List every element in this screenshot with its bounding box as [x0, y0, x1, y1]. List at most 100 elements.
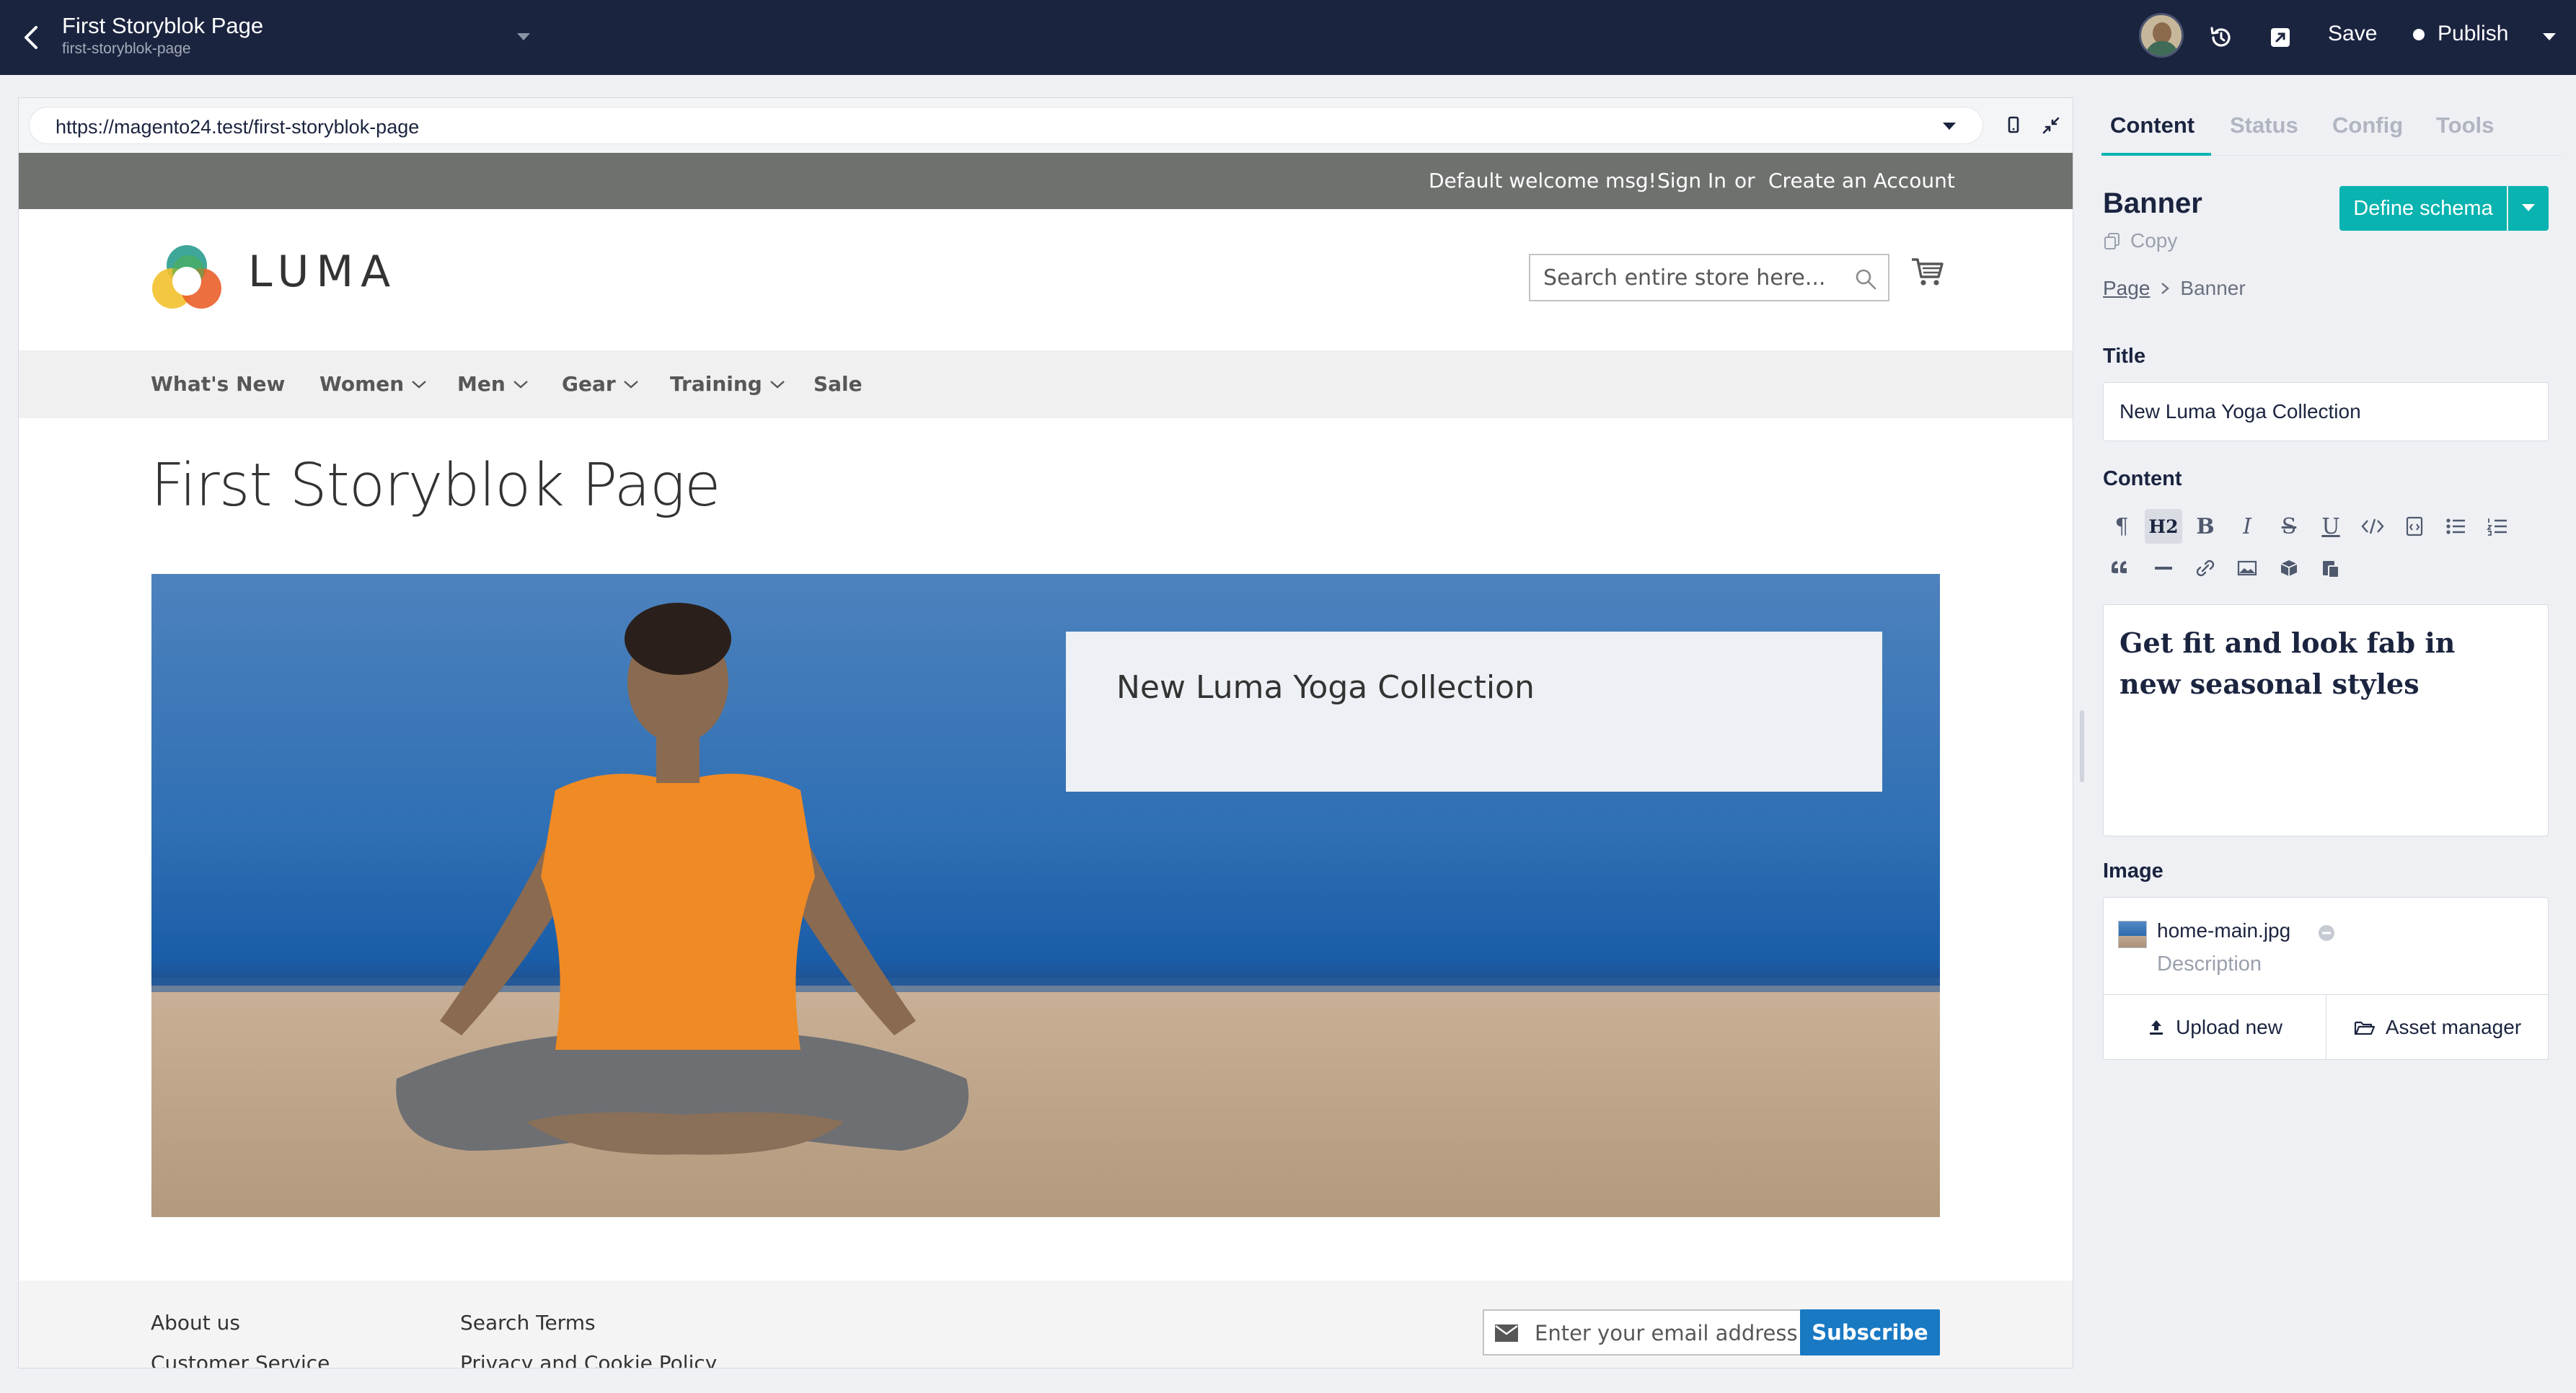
remove-icon[interactable] — [2317, 924, 2336, 942]
chevron-down-icon[interactable] — [2541, 32, 2557, 42]
content-field-label: Content — [2103, 467, 2182, 490]
horizontal-rule-icon[interactable] — [2145, 551, 2182, 585]
code-block-icon[interactable] — [2396, 509, 2433, 544]
nav-training[interactable]: Training — [670, 372, 785, 396]
save-button[interactable]: Save — [2328, 22, 2377, 46]
image-icon[interactable] — [2228, 551, 2266, 585]
site-panel-header: Default welcome msg! Sign In or Create a… — [19, 153, 2073, 209]
store-search-input[interactable]: Search entire store here... — [1529, 254, 1889, 301]
strikethrough-button[interactable]: S — [2270, 509, 2308, 544]
asset-manager-button[interactable]: Asset manager — [2326, 995, 2549, 1060]
chevron-down-icon — [2522, 204, 2535, 211]
code-icon[interactable] — [2354, 509, 2391, 544]
asset-description-input[interactable]: Description — [2157, 952, 2262, 976]
chevron-down-icon — [623, 380, 638, 389]
upload-icon — [2150, 1020, 2163, 1035]
breadcrumb-page-link[interactable]: Page — [2103, 277, 2150, 300]
asset-actions: Upload new Asset manager — [2104, 994, 2549, 1060]
search-icon[interactable] — [1853, 267, 1878, 291]
image-field-label: Image — [2103, 859, 2163, 883]
nav-sale[interactable]: Sale — [813, 372, 863, 396]
copy-label: Copy — [2130, 229, 2178, 252]
paste-icon[interactable] — [2312, 551, 2350, 585]
footer-link-search-terms[interactable]: Search Terms — [460, 1311, 596, 1335]
breadcrumb: Page Banner — [2103, 277, 2246, 300]
blockquote-icon[interactable] — [2103, 551, 2140, 585]
richtext-toolbar: ¶ H2 B I S U — [2103, 509, 2549, 596]
block-icon[interactable] — [2270, 551, 2308, 585]
nav-men[interactable]: Men — [457, 372, 529, 396]
subscribe-button[interactable]: Subscribe — [1800, 1309, 1940, 1356]
nav-gear[interactable]: Gear — [562, 372, 639, 396]
avatar[interactable] — [2139, 13, 2184, 58]
panel-resize-handle[interactable] — [2080, 710, 2084, 782]
app-topbar: First Storyblok Page first-storyblok-pag… — [0, 0, 2576, 75]
nav-whats-new[interactable]: What's New — [151, 372, 285, 396]
collapse-icon[interactable] — [2038, 112, 2064, 138]
chevron-down-icon[interactable] — [516, 32, 531, 42]
tab-tools[interactable]: Tools — [2436, 112, 2494, 138]
component-name: Banner — [2103, 187, 2202, 219]
banner-title: New Luma Yoga Collection — [1116, 669, 1535, 706]
url-input[interactable]: https://magento24.test/first-storyblok-p… — [29, 107, 1983, 144]
paragraph-button[interactable]: ¶ — [2103, 509, 2140, 544]
sign-in-link[interactable]: Sign In — [1657, 169, 1726, 193]
footer-link-customer-service[interactable]: Customer Service — [151, 1351, 330, 1368]
cart-icon[interactable] — [1910, 254, 1946, 290]
welcome-message: Default welcome msg! — [1429, 169, 1657, 193]
search-placeholder: Search entire store here... — [1543, 265, 1826, 291]
italic-button[interactable]: I — [2228, 509, 2266, 544]
create-account-link[interactable]: Create an Account — [1768, 169, 1955, 193]
luma-logo-text[interactable]: LUMA — [248, 247, 397, 297]
asset-thumbnail[interactable] — [2118, 921, 2147, 948]
email-placeholder: Enter your email address — [1535, 1321, 1798, 1345]
chevron-down-icon[interactable] — [1942, 122, 1957, 131]
nav-label: Women — [319, 372, 405, 396]
publish-status-dot — [2413, 29, 2425, 40]
underline-button[interactable]: U — [2312, 509, 2350, 544]
publish-button[interactable]: Publish — [2438, 22, 2508, 46]
copy-button[interactable]: Copy — [2103, 229, 2177, 252]
image-asset-field: home-main.jpg Description Upload new Ass… — [2103, 897, 2549, 1060]
tab-content[interactable]: Content — [2110, 112, 2195, 138]
site-header: LUMA Search entire store here... — [19, 209, 2073, 350]
chevron-down-icon — [412, 380, 427, 389]
banner-image[interactable]: New Luma Yoga Collection — [151, 574, 1940, 1217]
link-icon[interactable] — [2187, 551, 2224, 585]
footer-link-about[interactable]: About us — [151, 1311, 240, 1335]
chevron-down-icon — [770, 380, 785, 389]
tab-status[interactable]: Status — [2230, 112, 2298, 138]
asset-manager-label: Asset manager — [2385, 1016, 2522, 1038]
heading-2-button[interactable]: H2 — [2145, 509, 2182, 544]
bullet-list-icon[interactable] — [2438, 509, 2475, 544]
bold-button[interactable]: B — [2187, 509, 2224, 544]
history-icon[interactable] — [2205, 22, 2237, 53]
title-field-input[interactable]: New Luma Yoga Collection — [2103, 382, 2549, 441]
banner-text-card: New Luma Yoga Collection — [1066, 632, 1882, 792]
nav-label: Men — [457, 372, 506, 396]
define-schema-button[interactable]: Define schema — [2339, 186, 2507, 231]
site-footer: About us Customer Service Search Terms P… — [19, 1281, 2073, 1368]
richtext-editor[interactable]: Get fit and look fab in new seasonal sty… — [2103, 604, 2549, 836]
luma-logo-icon[interactable] — [151, 244, 223, 316]
mobile-device-icon[interactable] — [2001, 112, 2026, 138]
site-navigation: What's New Women Men Gear Training Sale — [19, 350, 2073, 418]
footer-link-privacy[interactable]: Privacy and Cookie Policy — [460, 1351, 717, 1368]
visual-preview: https://magento24.test/first-storyblok-p… — [18, 97, 2073, 1368]
story-title: First Storyblok Page — [62, 13, 264, 38]
upload-new-button[interactable]: Upload new — [2104, 995, 2326, 1060]
define-schema-dropdown[interactable] — [2508, 186, 2549, 231]
asset-filename[interactable]: home-main.jpg — [2157, 919, 2290, 942]
or-text: or — [1734, 169, 1755, 193]
nav-label: What's New — [151, 372, 286, 396]
url-text: https://magento24.test/first-storyblok-p… — [56, 116, 420, 138]
open-external-icon[interactable] — [2264, 22, 2296, 53]
editor-panel: Content Status Config Tools Banner Copy … — [2087, 75, 2576, 1393]
newsletter-email-input[interactable]: Enter your email address — [1483, 1309, 1807, 1356]
panel-tabs: Content Status Config Tools — [2087, 75, 2576, 159]
tab-config[interactable]: Config — [2332, 112, 2403, 138]
nav-women[interactable]: Women — [319, 372, 427, 396]
back-icon[interactable] — [16, 22, 48, 53]
nav-label: Training — [670, 372, 762, 396]
ordered-list-icon[interactable] — [2479, 509, 2517, 544]
